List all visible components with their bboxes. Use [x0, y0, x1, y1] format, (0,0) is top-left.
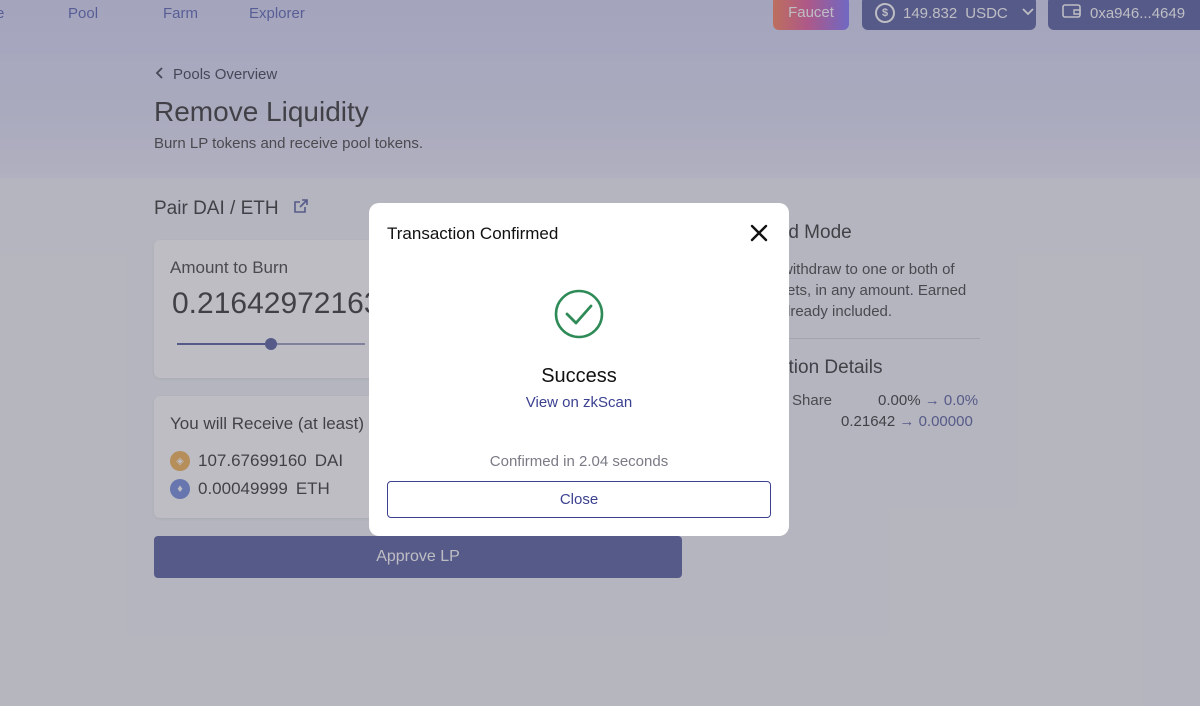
modal-title: Transaction Confirmed — [387, 224, 559, 243]
view-on-zkscan-link[interactable]: View on zkScan — [369, 394, 789, 411]
success-status: Success — [541, 365, 617, 387]
close-icon[interactable] — [747, 221, 771, 245]
success-check-icon — [554, 289, 604, 339]
close-button[interactable]: Close — [387, 481, 771, 518]
confirmation-time: Confirmed in 2.04 seconds — [489, 453, 669, 470]
transaction-modal: Transaction Confirmed Success View on zk… — [369, 203, 789, 536]
